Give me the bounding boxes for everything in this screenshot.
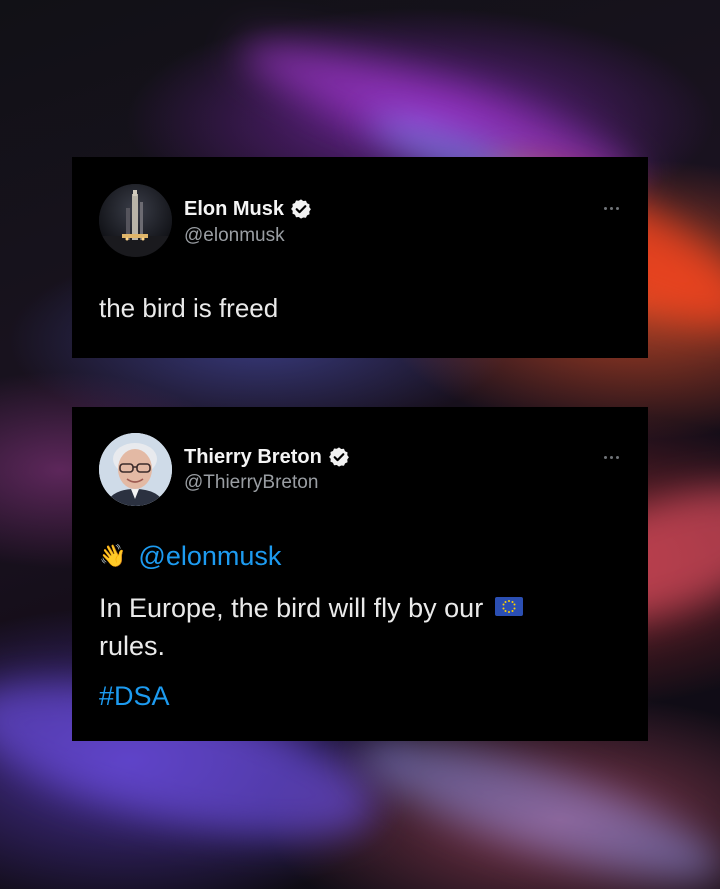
verified-badge-icon (328, 447, 349, 467)
tweet-text-main: In Europe, the bird will fly by our (99, 593, 484, 623)
author-handle[interactable]: @elonmusk (184, 225, 285, 247)
tweet-card-breton[interactable]: Thierry Breton @ThierryBreton 👋 @elonmus… (72, 407, 648, 741)
author-name[interactable]: Elon Musk (184, 197, 284, 221)
avatar-elon[interactable] (99, 184, 172, 257)
verified-badge-icon (291, 199, 311, 219)
hashtag-link[interactable]: #DSA (99, 678, 170, 714)
portrait-photo (99, 433, 172, 506)
rocket-launch-photo (99, 184, 172, 257)
author-row: Elon Musk (184, 197, 312, 221)
more-options-icon[interactable] (604, 207, 619, 210)
tweet-text-end: rules. (99, 631, 166, 661)
more-options-icon[interactable] (604, 456, 619, 459)
tweet-text: the bird is freed (99, 293, 279, 323)
mention-line: 👋 @elonmusk (99, 538, 281, 574)
avatar-breton[interactable] (99, 433, 172, 506)
mention-link[interactable]: @elonmusk (138, 538, 281, 574)
tweet-text: In Europe, the bird will fly by our rule… (99, 589, 599, 665)
eu-flag-icon (494, 597, 523, 617)
author-handle[interactable]: @ThierryBreton (184, 472, 318, 494)
author-row: Thierry Breton (184, 445, 350, 469)
author-name[interactable]: Thierry Breton (184, 445, 322, 469)
waving-hand-icon: 👋 (99, 543, 127, 568)
tweet-card-elon[interactable]: Elon Musk @elonmusk the bird is freed (72, 157, 648, 358)
